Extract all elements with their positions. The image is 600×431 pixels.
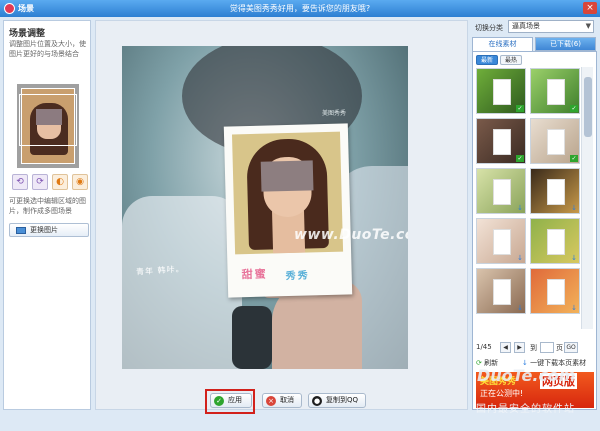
scrollbar-thumb[interactable]: [584, 77, 592, 137]
download-icon: ↓: [571, 204, 577, 212]
material-thumbnail[interactable]: ↓: [476, 168, 526, 214]
material-thumbnail[interactable]: ✓: [530, 118, 580, 164]
material-scrollbar[interactable]: [581, 67, 593, 329]
polaroid-frame[interactable]: 甜蜜 秀秀: [223, 123, 353, 298]
download-icon: ↓: [571, 304, 577, 312]
close-button[interactable]: ×: [583, 2, 597, 14]
photo-watermark: 美图秀秀: [322, 110, 347, 117]
download-icon: ↓: [571, 254, 577, 262]
material-thumbnail[interactable]: ↓: [476, 218, 526, 264]
downloaded-check-icon: ✓: [516, 105, 524, 112]
material-list: 最新 最热 ✓ ✓ ✓ ✓ ↓ ↓ ↓ ↓ ↓ ↓ 1/45 ◀ ▶ 到 页 G…: [472, 51, 597, 410]
category-label: 切换分类: [475, 24, 503, 32]
tab-downloaded[interactable]: 已下载(6): [535, 37, 596, 51]
polaroid-sticker-right: 秀秀: [285, 270, 310, 283]
copy-qq-label: 复制到QQ: [326, 396, 359, 404]
page-unit-label: 页: [556, 344, 563, 352]
material-thumbnail[interactable]: ↓: [530, 168, 580, 214]
filter-icon: ◐: [56, 177, 64, 187]
material-thumbnail[interactable]: ✓: [476, 118, 526, 164]
cancel-button[interactable]: × 取消: [262, 393, 302, 408]
rotate-right-icon: ⟳: [36, 177, 44, 187]
effect-icon: ◉: [76, 177, 84, 187]
downloaded-check-icon: ✓: [570, 155, 578, 162]
go-button[interactable]: GO: [564, 342, 578, 353]
scene-adjust-panel: 场景调整 调整图片位置及大小，使图片更好的与场景结合 ⟲ ⟳ ◐ ◉ 可更换选中…: [3, 20, 91, 410]
change-image-label: 更换图片: [30, 226, 58, 234]
rotate-left-button[interactable]: ⟲: [12, 174, 28, 190]
panel-description: 调整图片位置及大小，使图片更好的与场景结合: [9, 40, 86, 58]
canvas-area: 美图秀秀 青年 韩咔。 甜蜜 秀秀 www.DuoTe.com ✓ 应用: [95, 20, 468, 414]
window-title: 场景: [18, 4, 34, 13]
cancel-label: 取消: [280, 396, 294, 404]
adjust-toolbar: ⟲ ⟳ ◐ ◉: [12, 174, 88, 190]
scene-preview-thumbnail[interactable]: [17, 84, 79, 168]
download-icon: ↓: [517, 304, 523, 312]
effect-button[interactable]: ◉: [72, 174, 88, 190]
download-icon: ↓: [517, 204, 523, 212]
promo-link[interactable]: 觉得美图秀秀好用，要告诉您的朋友哦?: [200, 3, 400, 14]
rotate-right-button[interactable]: ⟳: [32, 174, 48, 190]
apply-highlight-box: [205, 389, 255, 414]
tab-online-materials[interactable]: 在线素材: [472, 37, 533, 51]
prev-page-button[interactable]: ◀: [500, 342, 511, 353]
chevron-down-icon: ▼: [585, 22, 591, 30]
material-thumbnail[interactable]: ✓: [530, 68, 580, 114]
app-logo-icon: [4, 3, 15, 14]
material-thumbnail[interactable]: ✓: [476, 68, 526, 114]
goto-label: 到: [530, 344, 537, 352]
material-tabs: 在线素材 已下载(6): [472, 37, 597, 51]
category-value: 逼真场景: [512, 22, 540, 30]
page-count: 1/45: [476, 343, 492, 351]
next-page-button[interactable]: ▶: [514, 342, 525, 353]
copy-to-qq-button[interactable]: ● 复制到QQ: [308, 393, 366, 408]
download-icon: ↓: [517, 254, 523, 262]
category-select[interactable]: 逼真场景 ▼: [508, 20, 594, 33]
action-bar: ✓ 应用 × 取消 ● 复制到QQ: [205, 389, 406, 414]
filter-button[interactable]: ◐: [52, 174, 68, 190]
downloaded-check-icon: ✓: [570, 105, 578, 112]
material-thumbnail[interactable]: ↓: [476, 268, 526, 314]
page-input[interactable]: [540, 342, 554, 353]
change-image-button[interactable]: 更换图片: [9, 223, 89, 237]
material-thumbnail[interactable]: ↓: [530, 268, 580, 314]
scene-canvas[interactable]: 美图秀秀 青年 韩咔。 甜蜜 秀秀 www.DuoTe.com: [122, 46, 408, 369]
change-image-hint: 可更换选中编辑区域的图片，制作成多图场景: [9, 197, 86, 215]
cancel-icon: ×: [266, 396, 276, 406]
site-logo-watermark: DuoTe.com: [477, 366, 576, 385]
site-watermark: www.DuoTe.com: [294, 227, 408, 243]
blurred-face: [260, 160, 314, 192]
pagination: 1/45 ◀ ▶ 到 页 GO: [476, 342, 594, 354]
ad-subtitle: 正在公测中!: [480, 389, 524, 398]
qq-icon: ●: [312, 396, 322, 406]
polaroid-sticker-left: 甜蜜: [241, 267, 268, 282]
material-panel: 切换分类 逼真场景 ▼ 在线素材 已下载(6) 最新 最热 ✓ ✓ ✓ ✓ ↓ …: [472, 20, 597, 410]
sort-hottest-button[interactable]: 最热: [500, 55, 522, 65]
image-icon: [16, 227, 26, 234]
rotate-left-icon: ⟲: [16, 177, 24, 187]
panel-title: 场景调整: [9, 29, 46, 39]
selection-box[interactable]: [19, 94, 77, 146]
title-bar: 场景 觉得美图秀秀好用，要告诉您的朋友哦? ×: [0, 0, 600, 17]
downloaded-check-icon: ✓: [516, 155, 524, 162]
sort-newest-button[interactable]: 最新: [476, 55, 498, 65]
material-thumbnail[interactable]: ↓: [530, 218, 580, 264]
site-slogan-watermark: 国内最安全的软件站: [476, 404, 575, 415]
